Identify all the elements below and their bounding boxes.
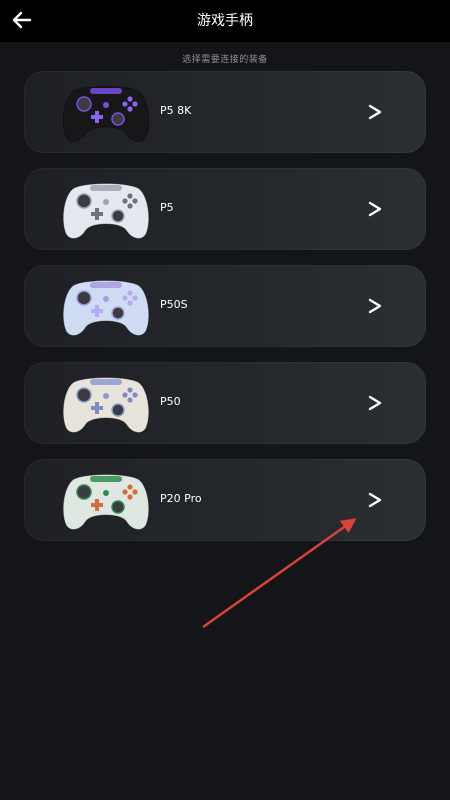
controller-image [62, 280, 150, 336]
device-name: P20 Pro [160, 492, 202, 505]
device-card[interactable]: P5 [24, 168, 426, 250]
chevron-right-icon[interactable] [368, 492, 382, 508]
chevron-right-icon[interactable] [368, 395, 382, 411]
device-card[interactable]: P50S [24, 265, 426, 347]
device-name: P5 8K [160, 104, 192, 117]
page-title: 游戏手柄 [197, 13, 253, 29]
device-card[interactable]: P5 8K [24, 71, 426, 153]
chevron-right-icon[interactable] [368, 298, 382, 314]
device-card[interactable]: P50 [24, 362, 426, 444]
controller-image [62, 183, 150, 239]
chevron-right-icon[interactable] [368, 201, 382, 217]
controller-image [62, 86, 150, 142]
controller-image [62, 377, 150, 433]
page-subtitle: 选择需要连接的装备 [182, 55, 268, 65]
controller-image [62, 474, 150, 530]
device-name: P50S [160, 298, 188, 311]
chevron-right-icon[interactable] [368, 104, 382, 120]
device-name: P5 [160, 201, 174, 214]
device-card[interactable]: P20 Pro [24, 459, 426, 541]
device-name: P50 [160, 395, 181, 408]
device-list: P5 8K P5 P50S P50 P20 Pro [24, 71, 426, 556]
top-bar: 游戏手柄 [0, 0, 450, 42]
